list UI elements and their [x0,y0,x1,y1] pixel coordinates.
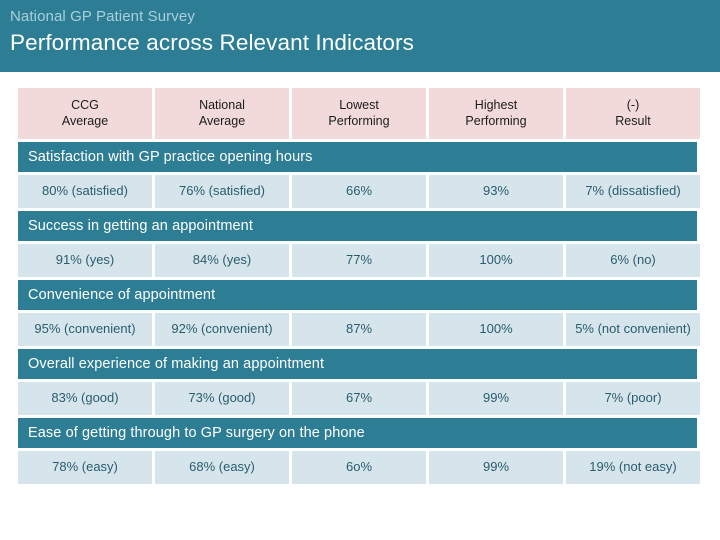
section-title-opening-hours: Satisfaction with GP practice opening ho… [18,142,697,172]
column-header-line1: (-) [626,98,640,112]
column-header-line1: Highest [474,98,518,112]
table-row: 78% (easy) 68% (easy) 6o% 99% 19% (not e… [18,451,700,484]
section-title-getting-appointment: Success in getting an appointment [18,211,697,241]
banner-subtitle: National GP Patient Survey [10,8,195,25]
cell-negative-result: 6% (no) [566,244,700,277]
table-header-row: CCG Average National Average Lowest Perf… [18,88,700,139]
cell-highest-performing: 100% [429,313,563,346]
cell-lowest-performing: 6o% [292,451,426,484]
column-header-line1: National [199,98,245,112]
column-header-line2: Average [198,114,246,128]
section-title-overall-experience: Overall experience of making an appointm… [18,349,697,379]
cell-national-average: 68% (easy) [155,451,289,484]
cell-ccg-average: 78% (easy) [18,451,152,484]
table-row: 80% (satisfied) 76% (satisfied) 66% 93% … [18,175,700,208]
page-banner: National GP Patient Survey Performance a… [0,0,720,72]
cell-negative-result: 5% (not convenient) [566,313,700,346]
cell-national-average: 73% (good) [155,382,289,415]
cell-negative-result: 7% (poor) [566,382,700,415]
cell-highest-performing: 99% [429,382,563,415]
cell-national-average: 76% (satisfied) [155,175,289,208]
cell-highest-performing: 93% [429,175,563,208]
cell-negative-result: 19% (not easy) [566,451,700,484]
page-title: Performance across Relevant Indicators [10,30,414,55]
table-row: 95% (convenient) 92% (convenient) 87% 10… [18,313,700,346]
column-header-negative-result: (-) Result [566,88,700,139]
cell-lowest-performing: 67% [292,382,426,415]
cell-lowest-performing: 87% [292,313,426,346]
column-header-line1: CCG [71,98,99,112]
cell-highest-performing: 99% [429,451,563,484]
indicators-table: CCG Average National Average Lowest Perf… [18,88,700,487]
cell-negative-result: 7% (dissatisfied) [566,175,700,208]
table-row: 91% (yes) 84% (yes) 77% 100% 6% (no) [18,244,700,277]
cell-ccg-average: 91% (yes) [18,244,152,277]
column-header-line2: Average [61,114,109,128]
table-row: 83% (good) 73% (good) 67% 99% 7% (poor) [18,382,700,415]
column-header-line1: Lowest [339,98,379,112]
column-header-line2: Performing [328,114,390,128]
cell-lowest-performing: 66% [292,175,426,208]
column-header-highest-performing: Highest Performing [429,88,563,139]
section-title-phone-access: Ease of getting through to GP surgery on… [18,418,697,448]
column-header-national-average: National Average [155,88,289,139]
cell-lowest-performing: 77% [292,244,426,277]
column-header-line2: Result [615,114,651,128]
cell-ccg-average: 95% (convenient) [18,313,152,346]
cell-national-average: 92% (convenient) [155,313,289,346]
column-header-line2: Performing [465,114,527,128]
column-header-ccg-average: CCG Average [18,88,152,139]
column-header-lowest-performing: Lowest Performing [292,88,426,139]
cell-ccg-average: 83% (good) [18,382,152,415]
cell-ccg-average: 80% (satisfied) [18,175,152,208]
cell-highest-performing: 100% [429,244,563,277]
cell-national-average: 84% (yes) [155,244,289,277]
section-title-convenience: Convenience of appointment [18,280,697,310]
